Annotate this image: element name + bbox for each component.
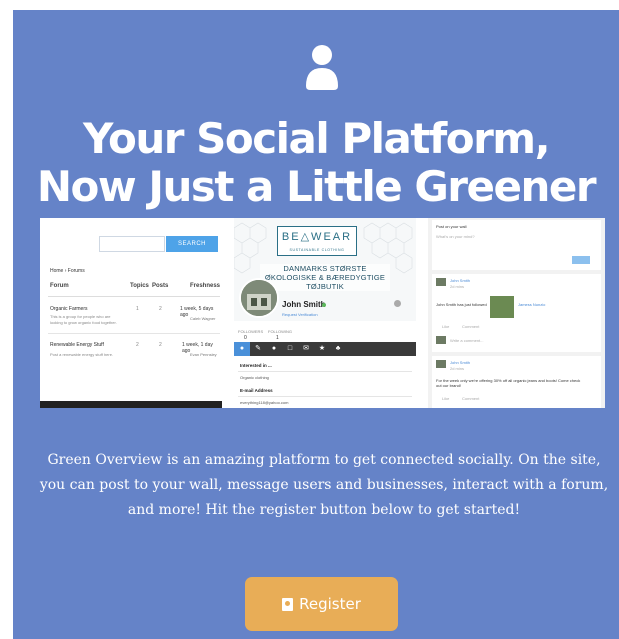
mail-icon: ✉	[303, 345, 309, 352]
profile-section-label: E-mail Address	[240, 388, 273, 393]
forum-search-button: SEARCH	[166, 236, 218, 252]
user-icon: ●	[239, 345, 245, 352]
online-indicator	[322, 303, 326, 307]
col-posts: Posts	[152, 283, 169, 289]
forum-row-desc: This is a group for people who are looki…	[50, 314, 117, 325]
post-time: 2d mins	[450, 366, 465, 371]
brand-tagline: SUSTAINABLE CLOTHING	[289, 248, 345, 252]
post-author: John Smith	[450, 278, 471, 283]
forum-row-desc: Post a renewable energy stuff here.	[50, 352, 114, 357]
register-label: Register	[299, 595, 361, 613]
post-button	[572, 256, 590, 264]
breadcrumb: Home › Forums	[50, 268, 85, 274]
hero-title: Your Social Platform, Now Just a Little …	[13, 115, 619, 211]
followers-label: FOLLOWERS	[238, 329, 264, 334]
post-title: Post on your wall	[436, 224, 467, 229]
forum-row-posts: 2	[159, 342, 162, 348]
profile-section-label: Interested in ...	[240, 363, 272, 368]
register-button[interactable]: Register	[245, 577, 398, 631]
post-text: John Smith has just followed	[436, 302, 487, 307]
post-text: For the week only we're offering 30% off…	[436, 378, 581, 388]
col-forum: Forum	[50, 283, 69, 289]
forum-row-title: Renewable Energy Stuff	[50, 342, 104, 348]
edit-icon: □	[287, 345, 293, 352]
post-placeholder: What's on your mind?	[436, 234, 475, 239]
forum-row-posts: 2	[159, 306, 162, 312]
following-label: FOLLOWING	[268, 329, 293, 334]
forum-row-title: Organic Farmers	[50, 306, 88, 312]
platform-screenshot: SEARCH Home › Forums Forum Topics Posts …	[40, 218, 605, 408]
profile-name: John Smith	[282, 300, 326, 309]
avatar	[436, 336, 446, 344]
profile-section-value: everything118@yahoo.com	[240, 400, 289, 405]
comment-link: Comment	[462, 396, 480, 401]
hero-title-line-1: Your Social Platform,	[82, 114, 551, 163]
write-comment: Write a comment...	[450, 338, 484, 343]
shared-link: Jamess Nunzio	[518, 302, 546, 307]
avatar	[436, 278, 446, 286]
row-divider	[48, 333, 220, 334]
hero-panel: Your Social Platform, Now Just a Little …	[13, 10, 619, 639]
section-divider	[238, 371, 412, 372]
post-composer: Post on your wall What's on your mind?	[432, 220, 601, 270]
post-time: 2d mins	[450, 284, 465, 289]
post-author: John Smith	[450, 360, 471, 365]
header-divider	[48, 296, 220, 297]
user-icon	[306, 45, 338, 90]
following-count: 1	[276, 335, 279, 341]
shared-photo	[490, 296, 514, 318]
like-link: Like	[442, 396, 450, 401]
star-icon: ★	[318, 345, 326, 352]
followers-count: 0	[244, 335, 247, 341]
hero-title-line-2: Now Just a Little Greener	[36, 162, 597, 211]
col-topics: Topics	[130, 283, 149, 289]
forum-row-topics: 2	[136, 342, 139, 348]
forum-row-topics: 1	[136, 306, 139, 312]
profile-pane: BE△WEAR SUSTAINABLE CLOTHING DANMARKS ST…	[234, 218, 416, 408]
wall-pane: Post on your wall What's on your mind? J…	[428, 218, 605, 408]
forum-row-user: Caleb Wagner	[190, 316, 216, 321]
request-verification-link: Request Verification	[282, 312, 318, 317]
avatar	[436, 360, 446, 368]
forum-row-user: Evan Pennsley	[190, 352, 217, 357]
forum-search-input	[99, 236, 165, 252]
forum-pane: SEARCH Home › Forums Forum Topics Posts …	[40, 218, 222, 408]
wall-post: John Smith 2d mins John Smith has just f…	[432, 274, 601, 352]
section-divider	[238, 396, 412, 397]
profile-toolbar: ● ✎ ● □ ✉ ★ ♣	[234, 342, 416, 356]
hero-description: Green Overview is an amazing platform to…	[39, 452, 609, 518]
cover-banner-text: DANMARKS STØRSTE ØKOLOGISKE & BÆREDYGTIG…	[260, 264, 390, 291]
group-icon: ♣	[335, 345, 341, 352]
avatar	[239, 278, 279, 318]
footer-bar	[40, 401, 222, 408]
wall-post: John Smith 2d mins For the week only we'…	[432, 356, 601, 408]
like-link: Like	[442, 324, 450, 329]
comment-link: Comment	[462, 324, 480, 329]
gear-icon	[394, 300, 401, 307]
profile-section-value: Organic clothing	[240, 375, 269, 380]
col-freshness: Freshness	[190, 283, 221, 289]
chat-icon: ●	[271, 345, 277, 352]
pencil-icon: ✎	[255, 345, 261, 352]
id-card-icon	[282, 597, 294, 611]
